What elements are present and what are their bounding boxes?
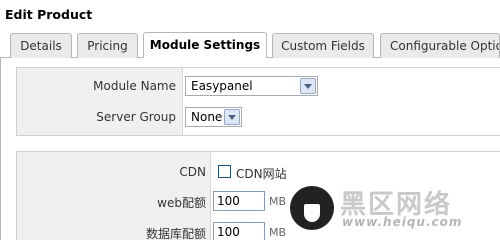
module-settings-panel: Module Name Easypanel Server Group None …	[0, 58, 500, 240]
tab-details[interactable]: Details	[10, 33, 72, 58]
cdn-label: CDN	[179, 165, 206, 179]
tab-bar: Details Pricing Module Settings Custom F…	[0, 30, 500, 58]
tab-configurable-options-label: Configurable Optio	[390, 39, 500, 53]
chevron-down-icon[interactable]	[224, 109, 240, 125]
web-quota-input[interactable]: 100	[213, 191, 265, 211]
cdn-checkbox-label: CDN网站	[236, 167, 287, 181]
web-quota-label: web配额	[157, 196, 206, 210]
window-title: Edit Product	[5, 7, 93, 22]
module-section: Module Name Easypanel Server Group None	[16, 67, 500, 136]
server-group-select[interactable]: None	[185, 107, 242, 127]
tab-configurable-options[interactable]: Configurable Optio	[380, 33, 500, 58]
tab-module-settings[interactable]: Module Settings	[143, 32, 267, 58]
server-group-value: None	[191, 110, 223, 124]
db-quota-input[interactable]: 100	[213, 222, 265, 240]
watermark: 黑区网络 www.heiqu.com	[290, 184, 490, 234]
tab-custom-fields[interactable]: Custom Fields	[272, 33, 374, 58]
db-quota-unit: MB	[269, 226, 287, 239]
tab-custom-fields-label: Custom Fields	[281, 39, 365, 53]
tab-pricing-label: Pricing	[87, 39, 128, 53]
tab-details-label: Details	[20, 39, 62, 53]
module-name-label: Module Name	[93, 79, 176, 93]
tab-pricing[interactable]: Pricing	[77, 33, 138, 58]
chevron-down-icon[interactable]	[300, 78, 316, 94]
module-name-select[interactable]: Easypanel	[185, 76, 318, 96]
watermark-logo-icon	[290, 186, 334, 230]
server-group-label: Server Group	[96, 110, 176, 124]
module-name-value: Easypanel	[191, 79, 253, 93]
window-titlebar: Edit Product	[0, 0, 500, 30]
tab-module-settings-label: Module Settings	[149, 38, 261, 52]
watermark-url: www.heiqu.com	[342, 215, 463, 229]
web-quota-unit: MB	[269, 195, 287, 208]
cdn-checkbox[interactable]	[218, 165, 231, 178]
db-quota-label: 数据库配额	[145, 227, 206, 240]
